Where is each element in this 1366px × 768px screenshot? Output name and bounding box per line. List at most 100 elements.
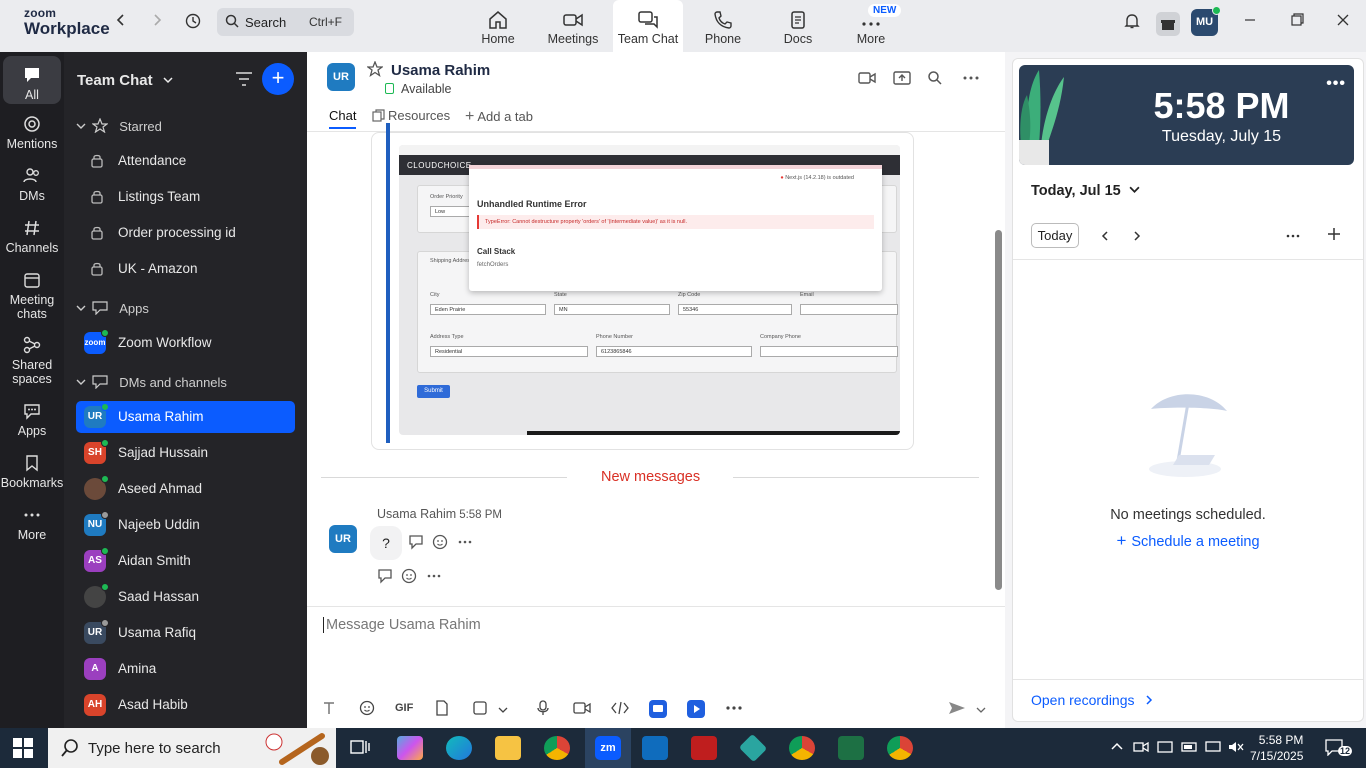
reply-icon[interactable] <box>408 534 426 552</box>
open-recordings-link[interactable]: Open recordings <box>1031 692 1154 708</box>
app-clips-icon[interactable] <box>687 700 705 718</box>
chevron-down-icon[interactable] <box>498 702 516 720</box>
list-title[interactable]: Team Chat <box>77 72 173 89</box>
chevron-right-icon[interactable] <box>1131 229 1149 247</box>
tab-chat[interactable]: Chat <box>329 108 357 129</box>
emoji-reaction-icon[interactable] <box>432 533 450 551</box>
chevron-down-icon[interactable] <box>976 702 994 720</box>
search-box[interactable]: Search Ctrl+F <box>217 8 354 36</box>
notifications-icon[interactable]: 12 <box>1324 738 1353 757</box>
app-whiteboard-icon[interactable] <box>649 700 667 718</box>
message-bubble[interactable]: ? <box>370 526 402 560</box>
section-apps[interactable]: Apps <box>76 300 149 316</box>
close-icon[interactable] <box>1333 12 1353 32</box>
microphone-icon[interactable] <box>536 700 554 718</box>
edge-icon[interactable] <box>446 736 472 760</box>
screenshot-icon[interactable] <box>472 700 490 718</box>
user-avatar[interactable]: MU <box>1191 6 1221 36</box>
rail-item-more[interactable]: More <box>0 505 64 542</box>
rail-item-mentions[interactable]: Mentions <box>0 114 64 151</box>
more-icon[interactable] <box>426 568 444 586</box>
text-format-icon[interactable] <box>321 700 339 718</box>
copilot-icon[interactable] <box>397 736 423 760</box>
meet-icon[interactable] <box>1133 740 1151 758</box>
emoji-icon[interactable] <box>359 700 377 718</box>
file-explorer-icon[interactable] <box>495 736 521 760</box>
contact-name[interactable]: Usama Rahim <box>391 62 490 79</box>
rail-item-channels[interactable]: Channels <box>0 218 64 255</box>
dm-item-sajjad-hussain[interactable]: SH Sajjad Hussain <box>76 437 295 469</box>
rail-item-apps[interactable]: Apps <box>0 401 64 438</box>
dm-item-asad-habib[interactable]: AH Asad Habib <box>76 689 295 721</box>
excel-icon[interactable] <box>838 736 864 760</box>
chat-scrollbar[interactable] <box>995 230 1002 590</box>
chrome-icon[interactable] <box>887 736 913 760</box>
volume-muted-icon[interactable] <box>1228 740 1246 758</box>
zoom-taskbar-icon[interactable]: zm <box>585 728 631 768</box>
file-icon[interactable] <box>435 700 453 718</box>
today-button[interactable]: Today <box>1031 223 1079 248</box>
restore-icon[interactable] <box>1287 12 1307 32</box>
channel-item-order-processing[interactable]: Order processing id <box>76 217 295 249</box>
tab-phone[interactable]: Phone <box>688 0 758 52</box>
message-input[interactable]: Message Usama Rahim <box>323 617 481 633</box>
dm-item-saad-hassan[interactable]: Saad Hassan <box>76 581 295 613</box>
section-dms-channels[interactable]: DMs and channels <box>76 374 227 390</box>
emoji-reaction-icon[interactable] <box>401 567 419 585</box>
chrome-icon[interactable] <box>789 736 815 760</box>
sender-avatar[interactable]: UR <box>329 525 357 553</box>
tab-resources[interactable]: Resources <box>372 108 450 123</box>
bell-icon[interactable] <box>1121 12 1143 34</box>
forward-icon[interactable] <box>146 12 168 34</box>
channel-item-listings-team[interactable]: Listings Team <box>76 181 295 213</box>
more-options-icon[interactable] <box>963 70 981 88</box>
code-icon[interactable] <box>611 701 629 719</box>
dm-item-aidan-smith[interactable]: AS Aidan Smith <box>76 545 295 577</box>
rail-item-bookmarks[interactable]: Bookmarks <box>0 453 64 490</box>
tab-docs[interactable]: Docs <box>763 0 833 52</box>
tab-home[interactable]: Home <box>463 0 533 52</box>
taskbar-clock[interactable]: 5:58 PM 7/15/2025 <box>1250 732 1303 764</box>
filter-icon[interactable] <box>235 71 253 92</box>
chevron-up-icon[interactable] <box>1110 740 1128 758</box>
minimize-icon[interactable] <box>1240 12 1260 32</box>
send-icon[interactable] <box>948 700 966 718</box>
tab-meetings[interactable]: Meetings <box>538 0 608 52</box>
chrome-icon[interactable] <box>544 736 570 760</box>
dm-item-amina[interactable]: A Amina <box>76 653 295 685</box>
outlook-icon[interactable] <box>642 736 668 760</box>
tab-add[interactable]: + Add a tab <box>465 108 533 126</box>
gift-icon[interactable] <box>1156 12 1180 36</box>
more-icon[interactable]: ••• <box>1326 75 1346 93</box>
gif-icon[interactable]: GIF <box>395 702 417 720</box>
display-icon[interactable] <box>1157 740 1175 758</box>
task-view-icon[interactable] <box>348 736 374 760</box>
rail-item-shared-spaces[interactable]: Shared spaces <box>0 335 64 386</box>
rail-item-all[interactable]: All <box>3 56 61 104</box>
dm-item-usama-rafiq[interactable]: UR Usama Rafiq <box>76 617 295 649</box>
channel-item-uk-amazon[interactable]: UK - Amazon <box>76 253 295 285</box>
more-icon[interactable] <box>457 534 475 552</box>
history-icon[interactable] <box>182 12 204 34</box>
dm-item-aseed-ahmad[interactable]: Aseed Ahmad <box>76 473 295 505</box>
share-screen-icon[interactable] <box>893 70 911 88</box>
app-item-zoom-workflow[interactable]: zoom Zoom Workflow <box>76 327 295 359</box>
new-chat-button[interactable]: + <box>262 63 294 95</box>
back-icon[interactable] <box>110 12 132 34</box>
more-options-icon[interactable] <box>725 700 743 718</box>
today-header[interactable]: Today, Jul 15 <box>1031 183 1140 199</box>
network-icon[interactable] <box>1205 740 1223 758</box>
rail-item-meeting-chats[interactable]: Meeting chats <box>0 270 64 321</box>
contact-avatar[interactable]: UR <box>327 63 355 91</box>
rail-item-dms[interactable]: DMs <box>0 166 64 203</box>
schedule-meeting-link[interactable]: + Schedule a meeting <box>1013 531 1363 551</box>
filezilla-icon[interactable] <box>691 736 717 760</box>
add-event-icon[interactable] <box>1327 227 1345 245</box>
search-icon[interactable] <box>927 70 945 88</box>
video-call-icon[interactable] <box>858 70 876 88</box>
star-icon[interactable] <box>366 60 384 82</box>
app-diamond-icon[interactable] <box>738 733 768 763</box>
reply-icon[interactable] <box>377 568 395 586</box>
channel-item-attendance[interactable]: Attendance <box>76 145 295 177</box>
more-icon[interactable] <box>1285 229 1303 247</box>
